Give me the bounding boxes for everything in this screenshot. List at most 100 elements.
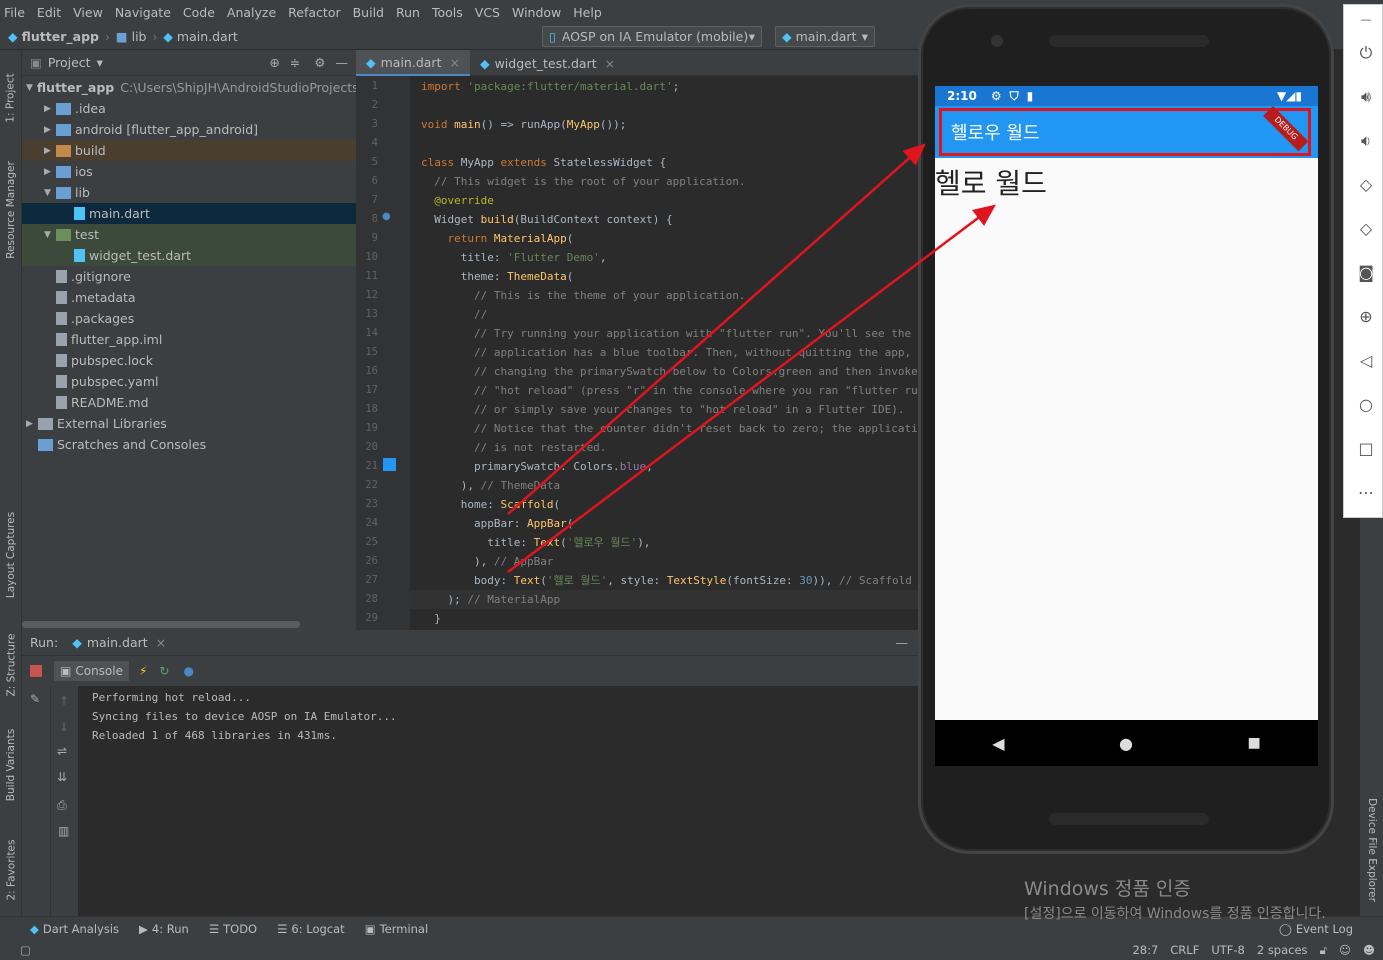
run-config-selector[interactable]: ◆ main.dart ▾ (775, 26, 875, 47)
line-separator[interactable]: CRLF (1170, 943, 1199, 957)
terminal-tab[interactable]: ▣ Terminal (365, 922, 428, 936)
gear-icon[interactable]: ⚙ (314, 55, 325, 70)
tree-item[interactable]: pubspec.lock (22, 350, 356, 371)
menu-help[interactable]: Help (573, 5, 602, 20)
volume-down-icon[interactable]: 🔉︎ (1356, 131, 1376, 151)
resource-manager-tab[interactable]: Resource Manager (0, 150, 22, 270)
tree-item[interactable]: ▶ ios (22, 161, 356, 182)
device-file-explorer-tab[interactable]: Device File Explorer (1360, 790, 1383, 910)
tree-item[interactable]: pubspec.yaml (22, 371, 356, 392)
close-icon[interactable]: — (1356, 13, 1376, 33)
tree-item[interactable]: ▼ test (22, 224, 356, 245)
power-icon[interactable]: ⏻ (1356, 43, 1376, 63)
menu-vcs[interactable]: VCS (475, 5, 500, 20)
menu-edit[interactable]: Edit (37, 5, 61, 20)
tree-item[interactable]: flutter_app.iml (22, 329, 356, 350)
logcat-tab[interactable]: ☰ 6: Logcat (277, 922, 345, 936)
tree-root[interactable]: ▼ flutter_app C:\Users\ShipJH\AndroidStu… (22, 77, 356, 98)
minimize-icon[interactable]: — (896, 635, 909, 650)
tree-item[interactable]: widget_test.dart (22, 245, 356, 266)
menu-tools[interactable]: Tools (432, 5, 463, 20)
home-icon[interactable]: ○ (1356, 395, 1376, 415)
tree-item[interactable]: main.dart (22, 203, 356, 224)
hot-restart-icon[interactable]: ↻ (159, 664, 169, 678)
tree-item[interactable]: .gitignore (22, 266, 356, 287)
tree-item[interactable]: Scratches and Consoles (22, 434, 356, 455)
tree-item[interactable]: ▶ build (22, 140, 356, 161)
trash-icon[interactable]: ▥ (58, 824, 69, 838)
close-icon[interactable]: × (605, 56, 615, 71)
color-swatch-icon[interactable] (383, 458, 396, 471)
menu-view[interactable]: View (73, 5, 103, 20)
smile-icon[interactable]: ☺ (1339, 943, 1351, 957)
pin-icon[interactable]: ✎ (30, 692, 40, 706)
menu-window[interactable]: Window (512, 5, 561, 20)
menu-navigate[interactable]: Navigate (115, 5, 171, 20)
dart-analysis-tab[interactable]: ◆ Dart Analysis (30, 922, 119, 936)
zoom-icon[interactable]: ⊕ (1356, 307, 1376, 327)
tree-item[interactable]: ▼ lib (22, 182, 356, 203)
scroll-end-icon[interactable]: ⇊ (57, 770, 67, 784)
down-arrow-icon[interactable]: ↓ (59, 720, 69, 734)
build-variants-tab[interactable]: Build Variants (0, 715, 22, 815)
print-icon[interactable]: ⎙ (57, 798, 67, 813)
tab-main-dart[interactable]: ◆ main.dart × (356, 50, 470, 76)
project-tool-tab[interactable]: 1: Project (0, 58, 22, 138)
tree-item[interactable]: .packages (22, 308, 356, 329)
caret-position[interactable]: 28:7 (1132, 943, 1158, 957)
inspector-icon[interactable]: ☻ (1363, 943, 1375, 957)
run-tab[interactable]: main.dart (87, 635, 148, 650)
run-tool-tab[interactable]: ▶ 4: Run (139, 922, 189, 936)
close-icon[interactable]: × (449, 55, 459, 70)
recents-icon[interactable]: ■ (1247, 735, 1260, 751)
close-icon[interactable]: × (156, 635, 166, 650)
console-tab[interactable]: ▣ Console (54, 661, 129, 681)
volume-up-icon[interactable]: 🔊︎ (1356, 87, 1376, 107)
file-encoding[interactable]: UTF-8 (1211, 943, 1245, 957)
more-icon[interactable]: ⋯ (1356, 483, 1376, 503)
override-icon[interactable]: ● (382, 211, 391, 222)
tab-widget-test[interactable]: ◆ widget_test.dart × (470, 50, 625, 76)
soft-wrap-icon[interactable]: ⇌ (57, 744, 67, 758)
hot-reload-icon[interactable]: ⚡ (139, 664, 147, 678)
up-arrow-icon[interactable]: ↑ (59, 694, 69, 708)
tree-item[interactable]: ▶ External Libraries (22, 413, 356, 434)
structure-tab[interactable]: Z: Structure (0, 620, 22, 710)
emulator-screen[interactable]: 2:10 ⚙ ⛉ ▮ ▼◢▮ 헬로우 월드 DEBUG 헬로 월드 ◀ ● ■ (935, 86, 1318, 766)
menu-run[interactable]: Run (396, 5, 420, 20)
tree-item[interactable]: README.md (22, 392, 356, 413)
console-output[interactable]: Performing hot reload... Syncing files to… (92, 688, 397, 745)
event-log-tab[interactable]: ◯ Event Log (1279, 922, 1353, 936)
project-view-dropdown[interactable]: Project (48, 55, 91, 70)
breadcrumb-file[interactable]: ◆ main.dart (163, 29, 237, 44)
hide-icon[interactable]: — (336, 55, 349, 70)
layout-icon[interactable]: ▢ (20, 943, 31, 957)
menu-refactor[interactable]: Refactor (288, 5, 340, 20)
menu-build[interactable]: Build (353, 5, 384, 20)
device-selector[interactable]: ▯ AOSP on IA Emulator (mobile) ▾ (542, 26, 762, 47)
locate-icon[interactable]: ⊕ (269, 55, 279, 70)
back-icon[interactable]: ◁ (1356, 351, 1376, 371)
tree-item[interactable]: .metadata (22, 287, 356, 308)
breadcrumb-lib[interactable]: ■ lib (116, 29, 147, 44)
favorites-tab[interactable]: 2: Favorites (0, 825, 22, 915)
overview-icon[interactable]: □ (1356, 439, 1376, 459)
devtools-icon[interactable]: ● (183, 664, 193, 678)
tree-item[interactable]: ▶ .idea (22, 98, 356, 119)
stop-icon[interactable] (30, 665, 42, 677)
tree-item[interactable]: ▶ android [flutter_app_android] (22, 119, 356, 140)
back-icon[interactable]: ◀ (992, 734, 1004, 753)
rotate-left-icon[interactable]: ◇ (1356, 175, 1376, 195)
horizontal-scrollbar[interactable] (22, 621, 300, 628)
code-editor[interactable]: import 'package:flutter/material.dart'; … (410, 76, 918, 630)
menu-file[interactable]: File (4, 5, 25, 20)
breadcrumb-root[interactable]: ◆ flutter_app (8, 29, 99, 44)
menu-analyze[interactable]: Analyze (227, 5, 276, 20)
todo-tab[interactable]: ☰ TODO (209, 922, 257, 936)
lock-icon[interactable]: 🔓︎ (1320, 943, 1327, 958)
home-icon[interactable]: ● (1119, 734, 1133, 753)
indent-setting[interactable]: 2 spaces (1257, 943, 1308, 957)
camera-icon[interactable]: ◙ (1356, 263, 1376, 283)
layout-captures-tab[interactable]: Layout Captures (0, 500, 22, 610)
collapse-icon[interactable]: ≑ (290, 55, 300, 70)
